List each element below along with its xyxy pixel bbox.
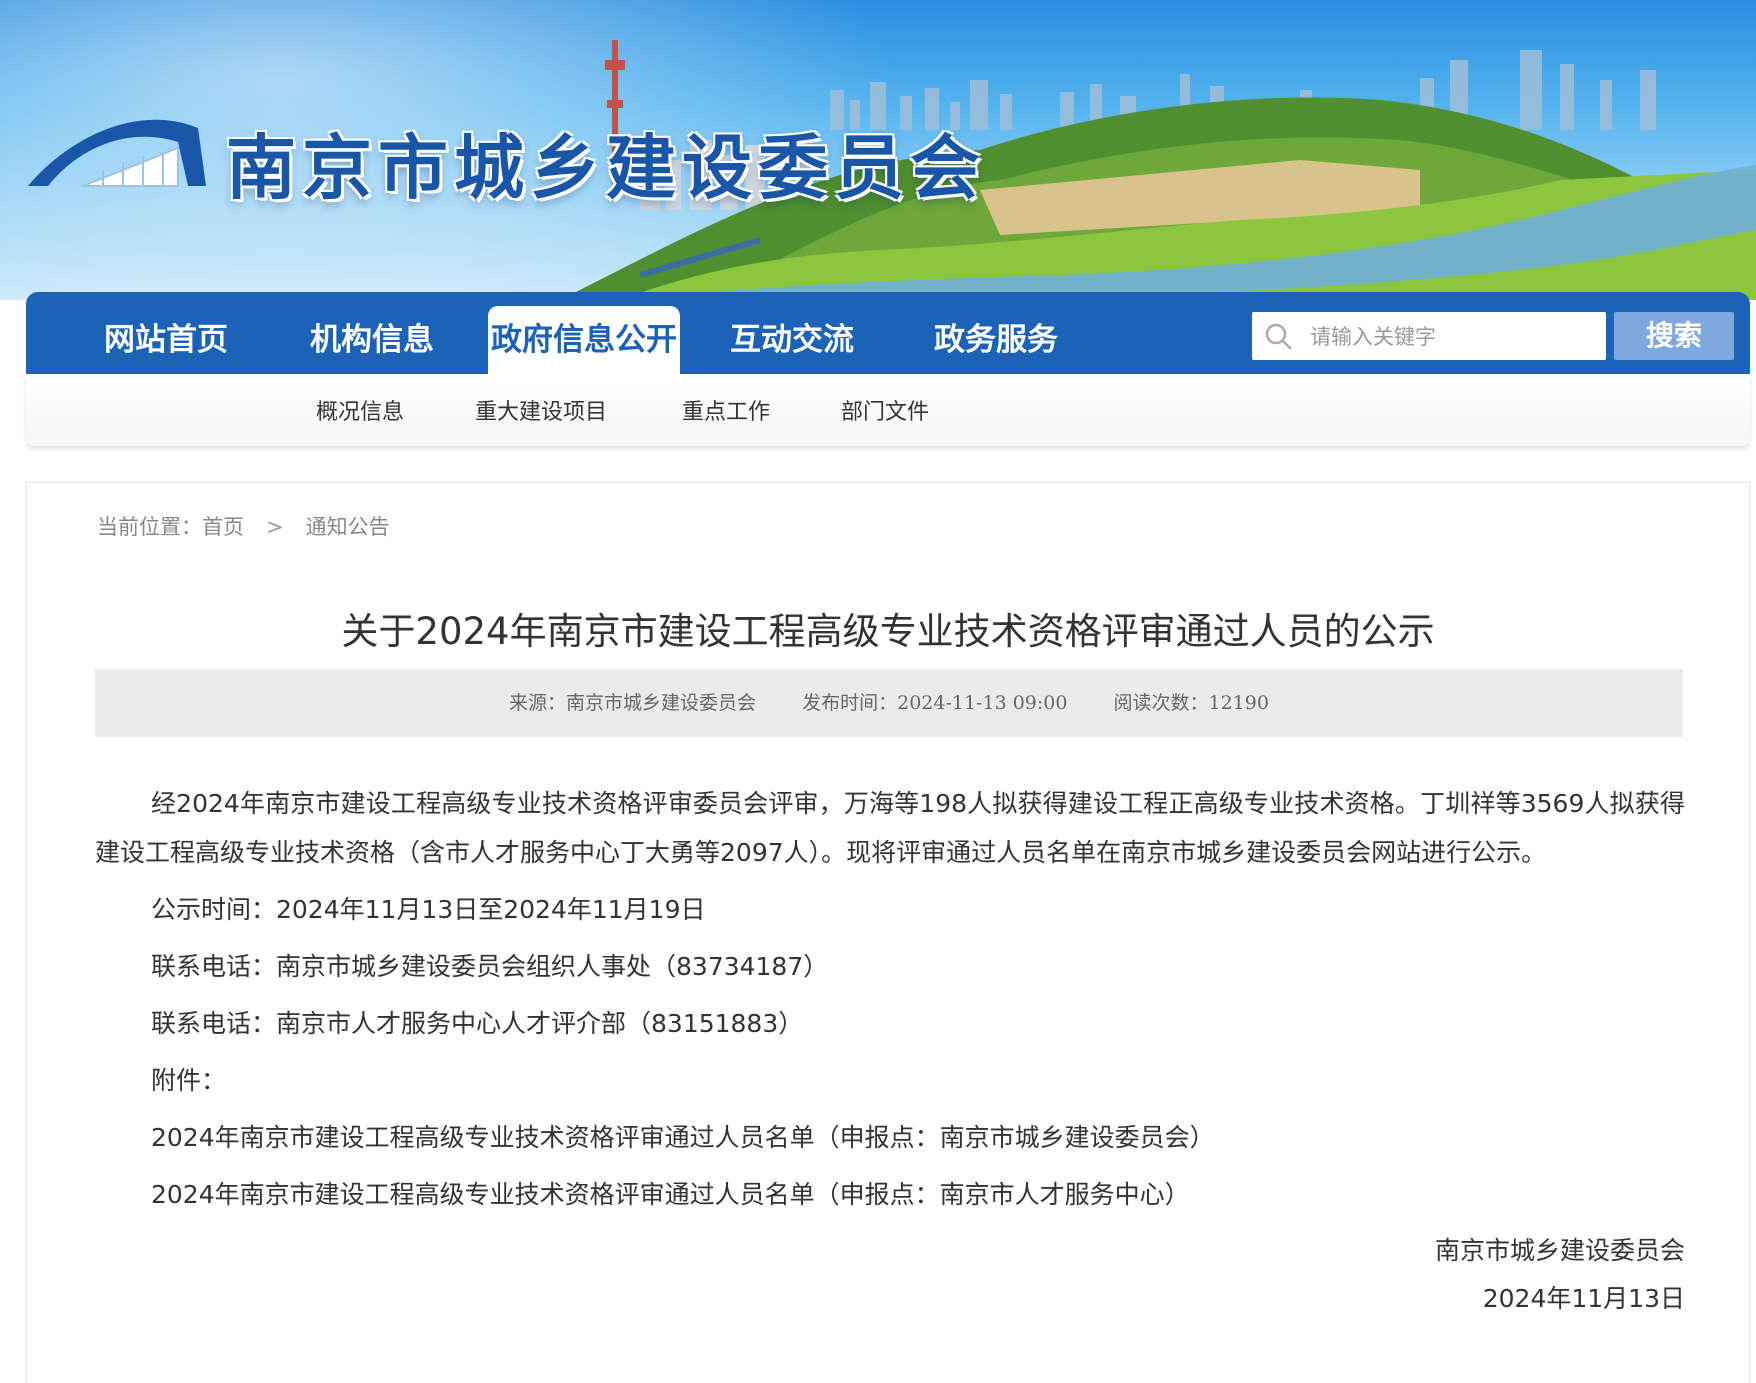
breadcrumb: 当前位置：首页 > 通知公告 [97, 511, 390, 541]
search-button[interactable]: 搜索 [1614, 312, 1734, 360]
search-icon [1265, 323, 1292, 350]
signature-org: 南京市城乡建设委员会 [1434, 1236, 1685, 1265]
contact-line-1: 联系电话：南京市城乡建设委员会组织人事处（83734187） [151, 952, 829, 981]
publicity-period: 公示时间：2024年11月13日至2024年11月19日 [151, 895, 706, 924]
search-input[interactable] [1308, 312, 1602, 362]
header-banner: 南京市城乡建设委员会 [0, 0, 1756, 300]
attachment-link-1[interactable]: 2024年南京市建设工程高级专业技术资格评审通过人员名单（申报点：南京市城乡建设… [151, 1123, 1215, 1152]
attachments-label: 附件： [151, 1066, 227, 1095]
attachment-item: 2024年南京市建设工程高级专业技术资格评审通过人员名单（申报点：南京市城乡建设… [95, 1109, 1685, 1166]
site-title: 南京市城乡建设委员会 [226, 126, 986, 209]
main-navigation: 网站首页 机构信息 政府信息公开 互动交流 政务服务 搜索 [26, 292, 1750, 374]
article-meta-bar: 来源：南京市城乡建设委员会 发布时间：2024-11-13 09:00 阅读次数… [95, 669, 1683, 737]
emblem-logo-icon [28, 119, 206, 187]
signature-date: 2024年11月13日 [1482, 1284, 1685, 1313]
nav-item-interaction[interactable]: 互动交流 [714, 306, 870, 374]
article-source: 来源：南京市城乡建设委员会 [509, 692, 757, 714]
search-box [1252, 312, 1606, 362]
subnav-item-major-projects[interactable]: 重大建设项目 [475, 394, 607, 426]
nav-item-government-info[interactable]: 政府信息公开 [488, 306, 680, 374]
article-view-count: 阅读次数：12190 [1113, 692, 1269, 714]
article-container: 当前位置：首页 > 通知公告 关于2024年南京市建设工程高级专业技术资格评审通过人… [26, 482, 1750, 1383]
nav-item-services[interactable]: 政务服务 [918, 306, 1074, 374]
article-title: 关于2024年南京市建设工程高级专业技术资格评审通过人员的公示 [341, 610, 1435, 653]
nav-item-organization[interactable]: 机构信息 [294, 306, 450, 374]
contact-line-2: 联系电话：南京市人才服务中心人才评介部（83151883） [151, 1009, 804, 1038]
attachment-link-2[interactable]: 2024年南京市建设工程高级专业技术资格评审通过人员名单（申报点：南京市人才服务… [151, 1180, 1190, 1209]
subnav-item-overview[interactable]: 概况信息 [316, 394, 404, 426]
sub-navigation: 概况信息 重大建设项目 重点工作 部门文件 [26, 374, 1750, 446]
attachment-item: 2024年南京市建设工程高级专业技术资格评审通过人员名单（申报点：南京市人才服务… [95, 1166, 1685, 1223]
breadcrumb-prefix: 当前位置： [97, 515, 202, 539]
breadcrumb-notices-link[interactable]: 通知公告 [306, 511, 390, 541]
subnav-item-department-docs[interactable]: 部门文件 [841, 394, 929, 426]
breadcrumb-separator: > [266, 515, 284, 539]
nav-item-home[interactable]: 网站首页 [88, 306, 244, 374]
article-publish-time: 发布时间：2024-11-13 09:00 [802, 692, 1068, 714]
article-body: 经2024年南京市建设工程高级专业技术资格评审委员会评审，万海等198人拟获得建… [95, 779, 1685, 1323]
subnav-item-key-work[interactable]: 重点工作 [682, 394, 770, 426]
article-paragraph: 经2024年南京市建设工程高级专业技术资格评审委员会评审，万海等198人拟获得建… [95, 789, 1685, 867]
breadcrumb-home-link[interactable]: 首页 [202, 511, 244, 541]
